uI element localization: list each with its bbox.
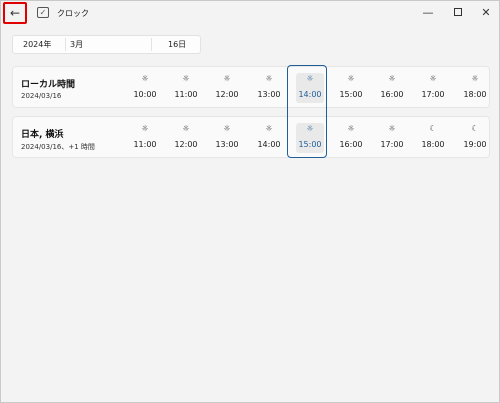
sun-icon: ☼ bbox=[429, 74, 437, 83]
hour-time: 17:00 bbox=[421, 90, 445, 99]
hour-cell[interactable]: ☼ 16:00 bbox=[378, 73, 406, 103]
sun-icon: ☼ bbox=[306, 74, 314, 83]
sun-icon: ☼ bbox=[182, 74, 190, 83]
date-picker-month[interactable]: 3月 bbox=[70, 36, 83, 53]
hour-time: 18:00 bbox=[421, 140, 445, 149]
hour-time: 15:00 bbox=[339, 90, 363, 99]
hour-time: 17:00 bbox=[380, 140, 404, 149]
hour-time: 12:00 bbox=[174, 140, 198, 149]
divider bbox=[151, 38, 152, 51]
sun-icon: ☼ bbox=[223, 74, 231, 83]
close-icon: ✕ bbox=[481, 5, 491, 19]
location-date: 2024/03/16 bbox=[21, 92, 62, 100]
moon-icon: ☾ bbox=[429, 124, 437, 133]
hour-cell[interactable]: ☼ 13:00 bbox=[255, 73, 283, 103]
hour-cell[interactable]: ☼ 17:00 bbox=[378, 123, 406, 153]
hour-time: 18:00 bbox=[463, 90, 487, 99]
hour-time: 13:00 bbox=[215, 140, 239, 149]
hour-cell[interactable]: ☼ 13:00 bbox=[213, 123, 241, 153]
hour-time: 14:00 bbox=[298, 90, 322, 99]
date-picker[interactable]: 2024年 3月 16日 bbox=[12, 35, 201, 54]
timezone-row-local[interactable]: ローカル時間 2024/03/16 ☼ 10:00 ☼ 11:00 ☼ 12:00 ☼ 13:… bbox=[12, 66, 490, 108]
hour-cell[interactable]: ☼ 16:00 bbox=[337, 123, 365, 153]
sun-icon: ☼ bbox=[265, 124, 273, 133]
clock-window: ← ✓ クロック — ✕ 2024年 3月 16日 ローカル時間 2024/03… bbox=[0, 0, 500, 403]
sun-icon: ☼ bbox=[223, 124, 231, 133]
sun-icon: ☼ bbox=[141, 74, 149, 83]
hour-time: 10:00 bbox=[133, 90, 157, 99]
hour-time: 16:00 bbox=[339, 140, 363, 149]
hour-cell[interactable]: ☼ 17:00 bbox=[419, 73, 447, 103]
hour-time: 14:00 bbox=[257, 140, 281, 149]
hour-time: 15:00 bbox=[298, 140, 322, 149]
sun-icon: ☼ bbox=[265, 74, 273, 83]
hour-time: 11:00 bbox=[133, 140, 157, 149]
hour-cell[interactable]: ☼ 12:00 bbox=[172, 123, 200, 153]
minimize-button[interactable]: — bbox=[411, 1, 445, 23]
hour-cell[interactable]: ☼ 15:00 bbox=[296, 123, 324, 153]
hour-cell[interactable]: ☼ 14:00 bbox=[255, 123, 283, 153]
date-picker-day[interactable]: 16日 bbox=[168, 36, 186, 53]
location-name: 日本, 横浜 bbox=[21, 130, 64, 140]
hour-time: 19:00 bbox=[463, 140, 487, 149]
hour-cell[interactable]: ☼ 11:00 bbox=[131, 123, 159, 153]
sun-icon: ☼ bbox=[141, 124, 149, 133]
location-date: 2024/03/16、+1 時間 bbox=[21, 143, 95, 151]
moon-icon: ☾ bbox=[471, 124, 479, 133]
hour-time: 12:00 bbox=[215, 90, 239, 99]
maximize-icon bbox=[454, 8, 462, 16]
title-bar: ← ✓ クロック — ✕ bbox=[1, 1, 499, 27]
back-arrow-icon: ← bbox=[9, 6, 21, 20]
minimize-icon: — bbox=[422, 5, 434, 19]
hour-cell[interactable]: ☼ 11:00 bbox=[172, 73, 200, 103]
hour-cell[interactable]: ☼ 10:00 bbox=[131, 73, 159, 103]
hour-time: 16:00 bbox=[380, 90, 404, 99]
hour-cell[interactable]: ☼ 15:00 bbox=[337, 73, 365, 103]
sun-icon: ☼ bbox=[471, 74, 479, 83]
hour-time: 11:00 bbox=[174, 90, 198, 99]
sun-icon: ☼ bbox=[388, 124, 396, 133]
hour-cell[interactable]: ☾ 19:00 bbox=[461, 123, 489, 153]
app-title: クロック bbox=[57, 9, 89, 18]
hour-cell[interactable]: ☼ 12:00 bbox=[213, 73, 241, 103]
hour-cell[interactable]: ☼ 18:00 bbox=[461, 73, 489, 103]
close-button[interactable]: ✕ bbox=[469, 1, 500, 23]
sun-icon: ☼ bbox=[347, 74, 355, 83]
sun-icon: ☼ bbox=[306, 124, 314, 133]
sun-icon: ☼ bbox=[182, 124, 190, 133]
back-button[interactable]: ← bbox=[3, 2, 27, 24]
sun-icon: ☼ bbox=[347, 124, 355, 133]
divider bbox=[65, 38, 66, 51]
hour-time: 13:00 bbox=[257, 90, 281, 99]
hour-cell[interactable]: ☼ 14:00 bbox=[296, 73, 324, 103]
alarm-clock-icon: ✓ bbox=[37, 7, 49, 18]
sun-icon: ☼ bbox=[388, 74, 396, 83]
timezone-row-yokohama[interactable]: 日本, 横浜 2024/03/16、+1 時間 ☼ 11:00 ☼ 12:00 ☼ 13:… bbox=[12, 116, 490, 158]
hour-cell[interactable]: ☾ 18:00 bbox=[419, 123, 447, 153]
location-name: ローカル時間 bbox=[21, 80, 76, 90]
date-picker-year[interactable]: 2024年 bbox=[23, 36, 51, 53]
